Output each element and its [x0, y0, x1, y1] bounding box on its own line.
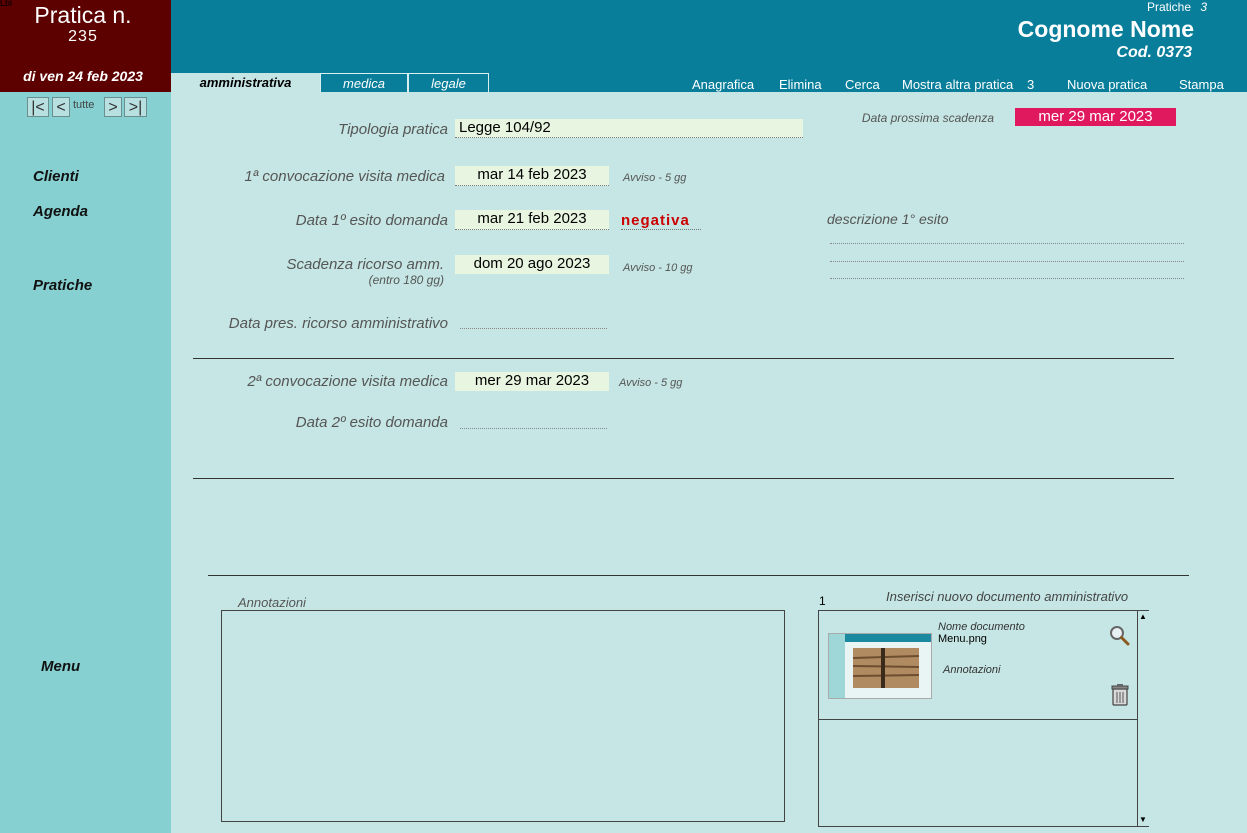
- document-thumbnail[interactable]: [828, 633, 932, 699]
- esito2-field[interactable]: [460, 427, 607, 429]
- conv1-field[interactable]: mar 14 feb 2023: [455, 166, 609, 186]
- client-code: Cod. 0373: [1116, 44, 1192, 61]
- magnifier-icon[interactable]: [1109, 625, 1131, 647]
- conv1-label: 1ª convocazione visita medica: [244, 168, 445, 185]
- trash-icon[interactable]: [1109, 683, 1131, 707]
- document-item[interactable]: Nome documento Menu.png Annotazioni: [819, 611, 1137, 720]
- sidebar-item-menu[interactable]: Menu: [41, 658, 80, 675]
- ricorso-field[interactable]: dom 20 ago 2023: [455, 255, 609, 274]
- sidebar-item-agenda[interactable]: Agenda: [33, 203, 88, 220]
- current-date: di ven 24 feb 2023: [23, 68, 143, 84]
- practice-header: Lbl Pratica n. 235 di ven 24 feb 2023: [0, 0, 171, 92]
- document-annotations-label: Annotazioni: [943, 664, 1001, 676]
- menu-nuova-pratica[interactable]: Nuova pratica: [1067, 77, 1147, 92]
- descr1-line-3[interactable]: [830, 277, 1184, 279]
- document-name: Menu.png: [938, 633, 987, 645]
- all-records-button[interactable]: tutte: [73, 99, 94, 111]
- conv2-hint: Avviso - 5 gg: [619, 377, 683, 389]
- document-name-label: Nome documento: [938, 621, 1025, 633]
- menu-stampa[interactable]: Stampa: [1179, 77, 1224, 92]
- conv2-field[interactable]: mer 29 mar 2023: [455, 372, 609, 391]
- documents-list[interactable]: ▲ ▼ Nome documento Menu.png Annotazioni: [818, 610, 1149, 827]
- section-divider-2: [193, 478, 1174, 479]
- esito1-result[interactable]: negativa: [621, 212, 701, 230]
- conv2-label: 2ª convocazione visita medica: [247, 373, 448, 390]
- menu-mostra-count: 3: [1027, 77, 1035, 92]
- practice-number: 235: [68, 28, 98, 45]
- document-count: 1: [819, 594, 826, 608]
- ricorso-hint: Avviso - 10 gg: [623, 262, 693, 274]
- section-divider-3: [208, 575, 1189, 576]
- ricorso-label: Scadenza ricorso amm.: [286, 256, 444, 273]
- annotazioni-textarea[interactable]: [221, 610, 785, 822]
- section-divider-1: [193, 358, 1174, 359]
- practice-title: Pratica n.: [34, 2, 132, 28]
- conv1-hint: Avviso - 5 gg: [623, 172, 687, 184]
- pres-ricorso-field[interactable]: [460, 327, 607, 329]
- esito1-field[interactable]: mar 21 feb 2023: [455, 210, 609, 230]
- menu-elimina[interactable]: Elimina: [779, 77, 822, 92]
- tab-legale[interactable]: legale: [408, 73, 489, 92]
- client-name: Cognome Nome: [1017, 16, 1194, 42]
- esito2-label: Data 2º esito domanda: [295, 414, 448, 431]
- tipologia-label: Tipologia pratica: [338, 121, 448, 138]
- ricorso-sublabel: (entro 180 gg): [368, 273, 444, 287]
- scadenza-label: Data prossima scadenza: [861, 111, 994, 125]
- scroll-down-icon[interactable]: ▼: [1138, 815, 1148, 825]
- last-record-button[interactable]: >|: [124, 97, 147, 117]
- next-record-button[interactable]: >: [104, 97, 122, 117]
- sidebar-item-pratiche[interactable]: Pratiche: [33, 277, 92, 294]
- pres-ricorso-label: Data pres. ricorso amministrativo: [228, 315, 448, 332]
- document-thumbnail-image: [829, 634, 931, 698]
- descr1-line-1[interactable]: [830, 242, 1184, 244]
- descr1-label: descrizione 1° esito: [827, 211, 949, 227]
- pratiche-count-label: Pratiche: [1146, 0, 1191, 14]
- scadenza-value: mer 29 mar 2023: [1015, 108, 1176, 126]
- tab-medica[interactable]: medica: [320, 73, 408, 92]
- pratiche-count: 3: [1200, 0, 1207, 14]
- sidebar-item-clienti[interactable]: Clienti: [33, 168, 79, 185]
- tipologia-field[interactable]: Legge 104/92: [455, 119, 803, 138]
- descr1-line-2[interactable]: [830, 260, 1184, 262]
- documents-scrollbar[interactable]: [1137, 611, 1149, 826]
- tab-amministrativa[interactable]: amministrativa: [171, 73, 320, 92]
- esito1-label: Data 1º esito domanda: [295, 212, 448, 229]
- menu-anagrafica[interactable]: Anagrafica: [692, 77, 754, 92]
- prev-record-button[interactable]: <: [52, 97, 70, 117]
- menu-cerca[interactable]: Cerca: [845, 77, 880, 92]
- annotazioni-label: Annotazioni: [238, 595, 306, 610]
- menu-mostra-altra-pratica[interactable]: Mostra altra pratica: [902, 77, 1013, 92]
- scroll-up-icon[interactable]: ▲: [1138, 612, 1148, 622]
- first-record-button[interactable]: |<: [27, 97, 49, 117]
- insert-document-button[interactable]: Inserisci nuovo documento amministrativo: [886, 589, 1128, 604]
